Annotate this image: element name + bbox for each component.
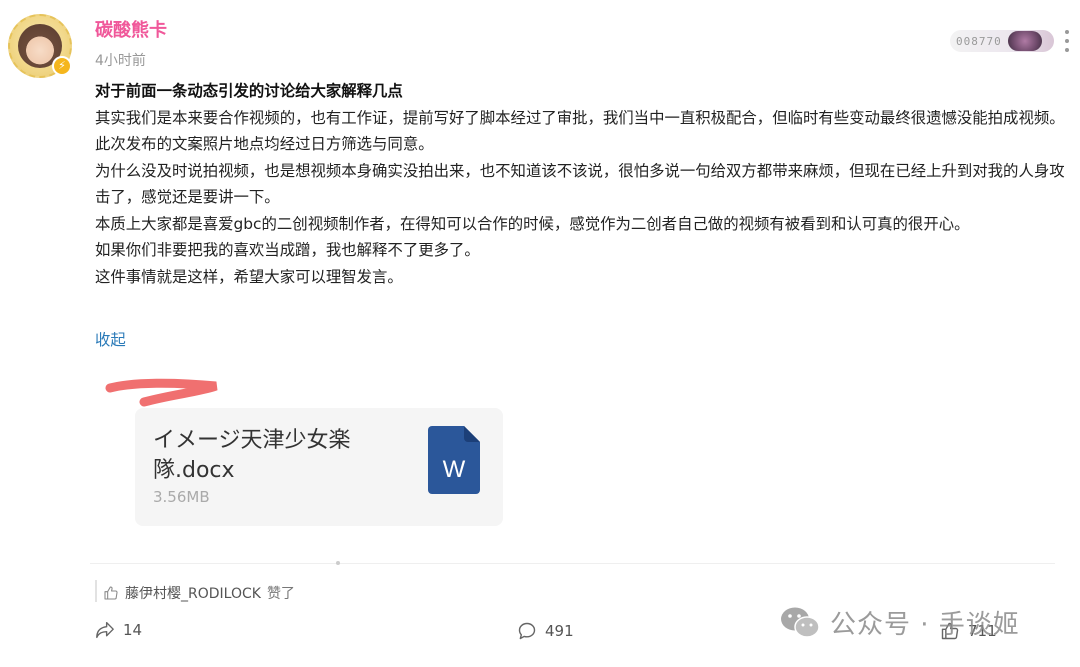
- share-count: 14: [123, 621, 143, 639]
- liker-name[interactable]: 藤伊村樱_RODILOCK: [125, 583, 261, 603]
- file-name: イメージ天津少女楽隊.docx: [153, 428, 351, 483]
- lightning-badge-icon: ⚡: [52, 56, 72, 76]
- post-paragraph: 其实我们是本来要合作视频的，也有工作证，提前写好了脚本经过了审批，我们当中一直积…: [95, 108, 1065, 127]
- comment-count: 491: [545, 622, 574, 640]
- like-action-text: 赞了: [266, 586, 295, 602]
- fan-badge-image: [1007, 31, 1042, 51]
- comment-button[interactable]: 491: [517, 621, 574, 641]
- collapse-link[interactable]: 收起: [95, 328, 126, 350]
- file-size: 3.56MB: [153, 488, 210, 506]
- word-document-icon: W: [428, 426, 480, 494]
- divider: [90, 563, 1055, 564]
- word-icon-letter: W: [443, 456, 466, 483]
- comment-icon: [518, 622, 536, 640]
- post-paragraph: 此次发布的文案照片地点均经过日方筛选与同意。: [95, 135, 434, 153]
- thumbs-up-icon: [104, 586, 118, 600]
- file-attachment-card[interactable]: イメージ天津少女楽隊.docx 3.56MB W: [135, 408, 503, 526]
- post-paragraph: 为什么没及时说拍视频，也是想视频本身确实没拍出来，也不知道该不该说，很怕多说一句…: [95, 161, 1065, 207]
- watermark-text: 公众号 · 手谈姬: [830, 610, 1020, 640]
- fan-badge[interactable]: 008770: [950, 30, 1054, 52]
- post-time: 4小时前: [95, 53, 146, 69]
- post-paragraph: 本质上大家都是喜爱gbc的二创视频制作者，在得知可以合作的时候，感觉作为二创者自…: [95, 214, 970, 233]
- wechat-icon: [781, 607, 820, 638]
- post-paragraph: 这件事情就是这样，希望大家可以理智发言。: [95, 267, 403, 286]
- fan-badge-number: 008770: [956, 34, 1002, 48]
- share-icon: [96, 621, 114, 639]
- like-row-bar: [95, 580, 97, 602]
- divider-dot: [336, 561, 340, 565]
- more-options-icon[interactable]: [1064, 30, 1070, 52]
- watermark: 公众号 · 手谈姬: [780, 604, 1020, 641]
- redaction-scribble: [105, 378, 218, 407]
- author-name[interactable]: 碳酸熊卡: [95, 16, 167, 42]
- author-avatar[interactable]: ⚡: [8, 14, 76, 82]
- share-button[interactable]: 14: [95, 621, 142, 639]
- like-summary: 藤伊村樱_RODILOCK 赞了: [103, 583, 295, 603]
- post-content: 对于前面一条动态引发的讨论给大家解释几点 其实我们是本来要合作视频的，也有工作证…: [95, 78, 1070, 290]
- post-paragraph: 如果你们非要把我的喜欢当成蹭，我也解释不了更多了。: [95, 241, 480, 259]
- post-title: 对于前面一条动态引发的讨论给大家解释几点: [95, 82, 403, 100]
